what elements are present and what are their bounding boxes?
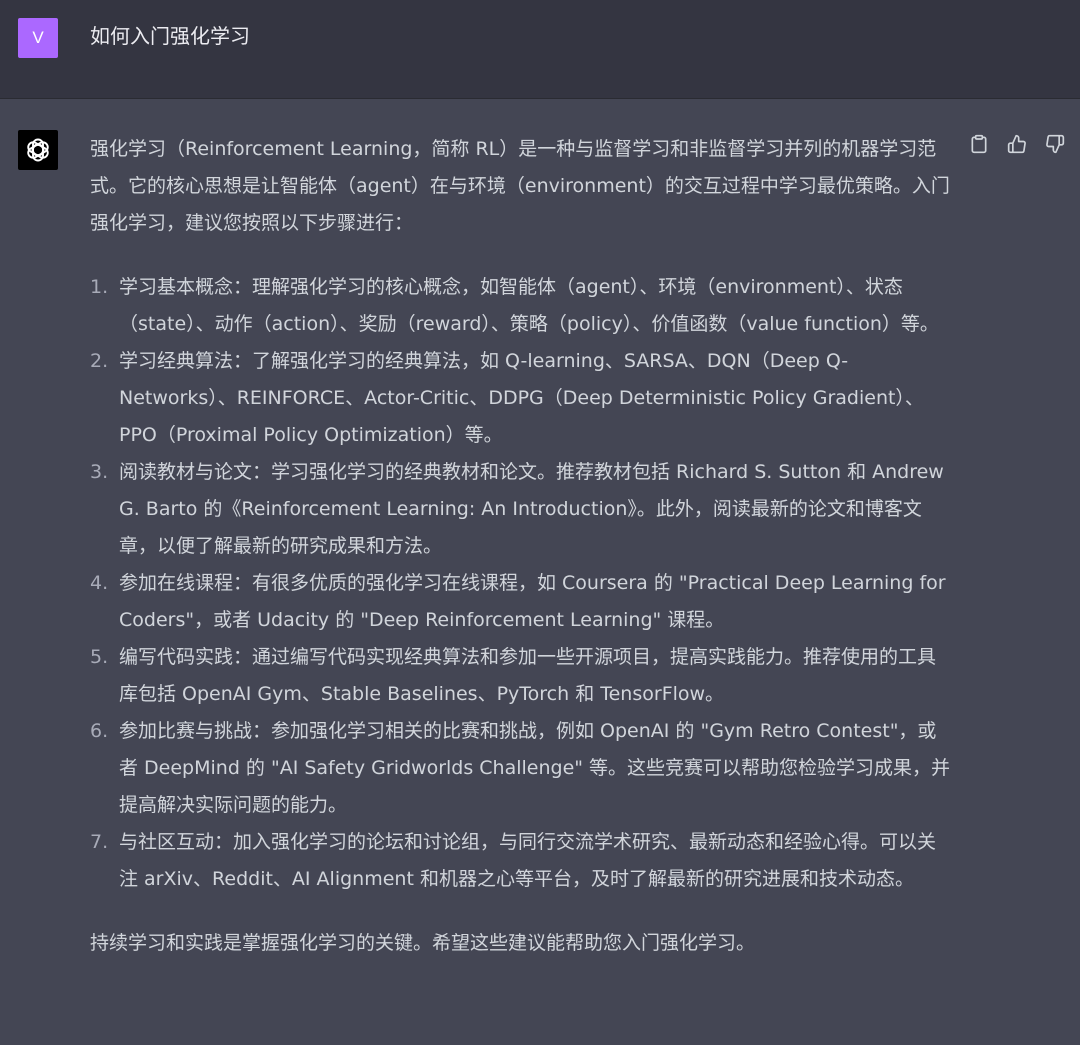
list-item-text: 编写代码实践：通过编写代码实现经典算法和参加一些开源项目，提高实践能力。推荐使用…: [119, 646, 937, 705]
list-item: 6. 参加比赛与挑战：参加强化学习相关的比赛和挑战，例如 OpenAI 的 "Gy…: [90, 713, 952, 824]
list-item: 7. 与社区互动：加入强化学习的论坛和讨论组，与同行交流学术研究、最新动态和经验心…: [90, 824, 952, 898]
thumbs-up-icon: [1007, 134, 1026, 153]
steps-list: 1. 学习基本概念：理解强化学习的核心概念，如智能体（agent）、环境（envi…: [90, 269, 952, 898]
list-item: 1. 学习基本概念：理解强化学习的核心概念，如智能体（agent）、环境（envi…: [90, 269, 952, 343]
list-item-text: 阅读教材与论文：学习强化学习的经典教材和论文。推荐教材包括 Richard S.…: [119, 461, 944, 557]
assistant-avatar: [18, 130, 58, 170]
list-item-text: 参加比赛与挑战：参加强化学习相关的比赛和挑战，例如 OpenAI 的 "Gym …: [119, 720, 951, 816]
list-item-number: 7.: [90, 831, 109, 853]
list-item-text: 与社区互动：加入强化学习的论坛和讨论组，与同行交流学术研究、最新动态和经验心得。…: [119, 831, 937, 890]
list-item: 5. 编写代码实践：通过编写代码实现经典算法和参加一些开源项目，提高实践能力。推荐…: [90, 639, 952, 713]
copy-button[interactable]: [966, 131, 991, 156]
list-item: 3. 阅读教材与论文：学习强化学习的经典教材和论文。推荐教材包括 Richard …: [90, 454, 952, 565]
list-item-number: 5.: [90, 646, 109, 668]
assistant-message-body: 强化学习（Reinforcement Learning，简称 RL）是一种与监督…: [90, 131, 952, 962]
list-item-number: 2.: [90, 350, 109, 372]
list-item-text: 学习基本概念：理解强化学习的核心概念，如智能体（agent）、环境（enviro…: [119, 276, 939, 335]
closing-paragraph: 持续学习和实践是掌握强化学习的关键。希望这些建议能帮助您入门强化学习。: [90, 932, 756, 954]
openai-logo-icon: [27, 138, 49, 162]
user-message-row: V 如何入门强化学习: [0, 0, 1080, 99]
thumbs-up-button[interactable]: [1004, 131, 1029, 156]
list-item-text: 参加在线课程：有很多优质的强化学习在线课程，如 Coursera 的 "Prac…: [119, 572, 946, 631]
thumbs-down-icon: [1045, 134, 1064, 153]
list-item-number: 6.: [90, 720, 109, 742]
message-actions: [966, 131, 1068, 161]
list-item-number: 4.: [90, 572, 109, 594]
clipboard-icon: [971, 134, 986, 153]
assistant-message-row: 强化学习（Reinforcement Learning，简称 RL）是一种与监督…: [0, 99, 1080, 1045]
list-item: 4. 参加在线课程：有很多优质的强化学习在线课程，如 Coursera 的 "Pr…: [90, 565, 952, 639]
user-avatar: V: [18, 18, 58, 58]
user-message-text: 如何入门强化学习: [90, 24, 250, 48]
list-item: 2. 学习经典算法：了解强化学习的经典算法，如 Q-learning、SARSA、…: [90, 343, 952, 454]
list-item-text: 学习经典算法：了解强化学习的经典算法，如 Q-learning、SARSA、DQ…: [119, 350, 924, 446]
list-item-number: 1.: [90, 276, 109, 298]
list-item-number: 3.: [90, 461, 109, 483]
thumbs-down-button[interactable]: [1042, 131, 1067, 156]
intro-paragraph: 强化学习（Reinforcement Learning，简称 RL）是一种与监督…: [90, 138, 950, 234]
